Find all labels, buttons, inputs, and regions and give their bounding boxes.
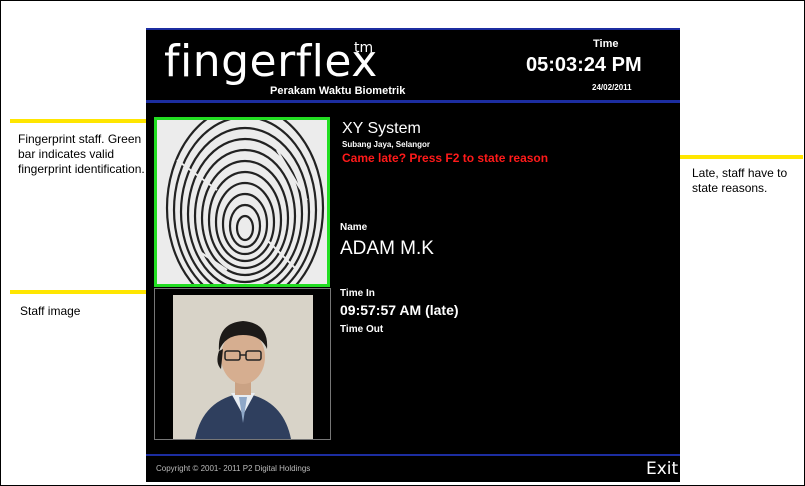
fingerprint-image <box>157 120 327 284</box>
clock-date: 24/02/2011 <box>592 83 632 92</box>
time-in-label: Time In <box>340 288 375 299</box>
late-callout-text: Late, staff have to state reasons. <box>692 166 788 195</box>
fingerprint-callout-text: Fingerprint staff. Green bar indicates v… <box>18 132 145 176</box>
staff-photo-panel <box>154 288 331 440</box>
company-name: XY System <box>342 120 421 137</box>
fingerflex-window: fingerflex tm Perakam Waktu Biometrik Ti… <box>146 28 680 482</box>
staff-image-callout-text: Staff image <box>20 304 81 318</box>
app-subtitle: Perakam Waktu Biometrik <box>270 85 406 97</box>
company-location: Subang Jaya, Selangor <box>342 140 431 149</box>
fingerflex-logo: fingerflex <box>164 36 378 87</box>
fingerprint-panel <box>154 117 330 287</box>
app-header: fingerflex tm Perakam Waktu Biometrik Ti… <box>146 28 680 102</box>
late-warning-message: Came late? Press F2 to state reason <box>342 151 549 165</box>
time-label: Time <box>593 38 619 50</box>
staff-name: ADAM M.K <box>340 238 434 259</box>
header-divider <box>146 100 680 103</box>
time-out-label: Time Out <box>340 324 384 335</box>
trademark-mark: tm <box>354 40 374 56</box>
time-in-value: 09:57:57 AM (late) <box>340 302 459 318</box>
copyright-text: Copyright © 2001- 2011 P2 Digital Holdin… <box>156 464 311 473</box>
footer-divider <box>146 454 680 456</box>
clock-time: 05:03:24 PM <box>526 54 642 76</box>
exit-button[interactable]: Exit <box>646 459 678 479</box>
header-top-bar <box>146 28 680 30</box>
name-label: Name <box>340 222 368 233</box>
staff-portrait-image <box>173 295 313 439</box>
